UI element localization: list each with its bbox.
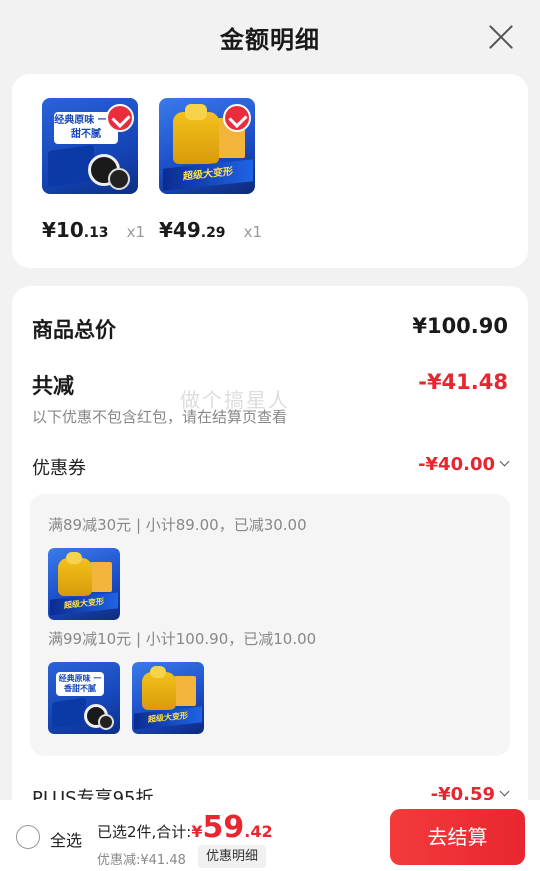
total-value: ¥100.90 [412, 314, 508, 338]
coupon-product-thumbnail: 超级大变形 [48, 548, 120, 620]
product-item[interactable]: 经典原味 一香甜不腻 ¥10.13 x1 [42, 98, 152, 242]
discount-value: -¥41.48 [418, 370, 508, 394]
coupon-product-thumbnail: 经典原味 一香甜不腻 [48, 662, 120, 734]
product-thumbnail[interactable]: 超级大变形 [159, 98, 255, 194]
package-graphic [48, 144, 94, 188]
select-all-label[interactable]: 全选 [50, 827, 82, 851]
product-price: ¥49.29 [159, 218, 226, 242]
price-detail-card: 商品总价 ¥100.90 共减 -¥41.48 以下优惠不包含红包，请在结算页查… [12, 286, 528, 871]
coupon-rule: 满89减30元 | 小计89.00，已减30.00 [48, 516, 307, 534]
total-integer: 59 [202, 810, 245, 845]
products-card: 经典原味 一香甜不腻 ¥10.13 x1 超级大变形 ¥49.29 x1 [12, 74, 528, 268]
thumbnail-ribbon: 超级大变形 [50, 592, 118, 616]
page-title: 金额明细 [220, 26, 320, 54]
product-item[interactable]: 超级大变形 ¥49.29 x1 [159, 98, 269, 242]
coupon-product-thumbnail: 超级大变形 [132, 662, 204, 734]
total-label: 商品总价 [32, 318, 116, 342]
discount-label: 共减 [32, 374, 74, 398]
product-thumbnail[interactable]: 经典原味 一香甜不腻 [42, 98, 138, 194]
checkout-button[interactable]: 去结算 [390, 809, 525, 865]
check-icon [106, 104, 134, 132]
total-currency: ¥ [191, 822, 203, 841]
check-icon [223, 104, 251, 132]
coupon-label: 优惠券 [32, 458, 86, 479]
chevron-down-icon [499, 786, 510, 797]
close-icon[interactable] [488, 24, 514, 50]
coupon-value[interactable]: -¥40.00 [418, 454, 510, 475]
discount-detail-button[interactable]: 优惠明细 [198, 845, 267, 868]
thumbnail-ribbon: 超级大变形 [163, 159, 253, 191]
total-decimal: .42 [244, 822, 273, 841]
selected-count-text: 已选2件,合计: [97, 823, 192, 841]
header: 金额明细 [0, 0, 540, 74]
product-quantity: x1 [243, 223, 262, 241]
order-total: 已选2件,合计: ¥ 59 .42 [97, 810, 273, 845]
product-quantity: x1 [126, 223, 145, 241]
thumbnail-banner: 经典原味 一香甜不腻 [56, 672, 104, 696]
cookie-graphic [108, 168, 130, 190]
robot-head-graphic [66, 552, 82, 564]
select-all-radio[interactable] [16, 825, 40, 849]
checkout-bar: 全选 已选2件,合计: ¥ 59 .42 优惠减:¥41.48 优惠明细 去结算 [0, 800, 540, 871]
coupon-detail-box: 满89减30元 | 小计89.00，已减30.00 超级大变形 满99减10元 … [30, 494, 510, 756]
thumbnail-ribbon: 超级大变形 [134, 706, 202, 730]
coupon-rule: 满99减10元 | 小计100.90，已减10.00 [48, 630, 317, 648]
product-price: ¥10.13 [42, 218, 109, 242]
robot-head-graphic [150, 666, 166, 678]
watermark: 做个搞星人 [180, 388, 290, 412]
box-graphic [90, 562, 112, 592]
robot-head-graphic [185, 104, 207, 120]
total-row: 商品总价 ¥100.90 [32, 314, 508, 344]
chevron-down-icon [499, 456, 510, 467]
coupon-row[interactable]: 优惠券 -¥40.00 [32, 454, 510, 480]
saved-amount: 优惠减:¥41.48 [97, 853, 186, 868]
package-graphic [52, 697, 86, 729]
cookie-graphic [98, 714, 114, 730]
box-graphic [174, 676, 196, 706]
